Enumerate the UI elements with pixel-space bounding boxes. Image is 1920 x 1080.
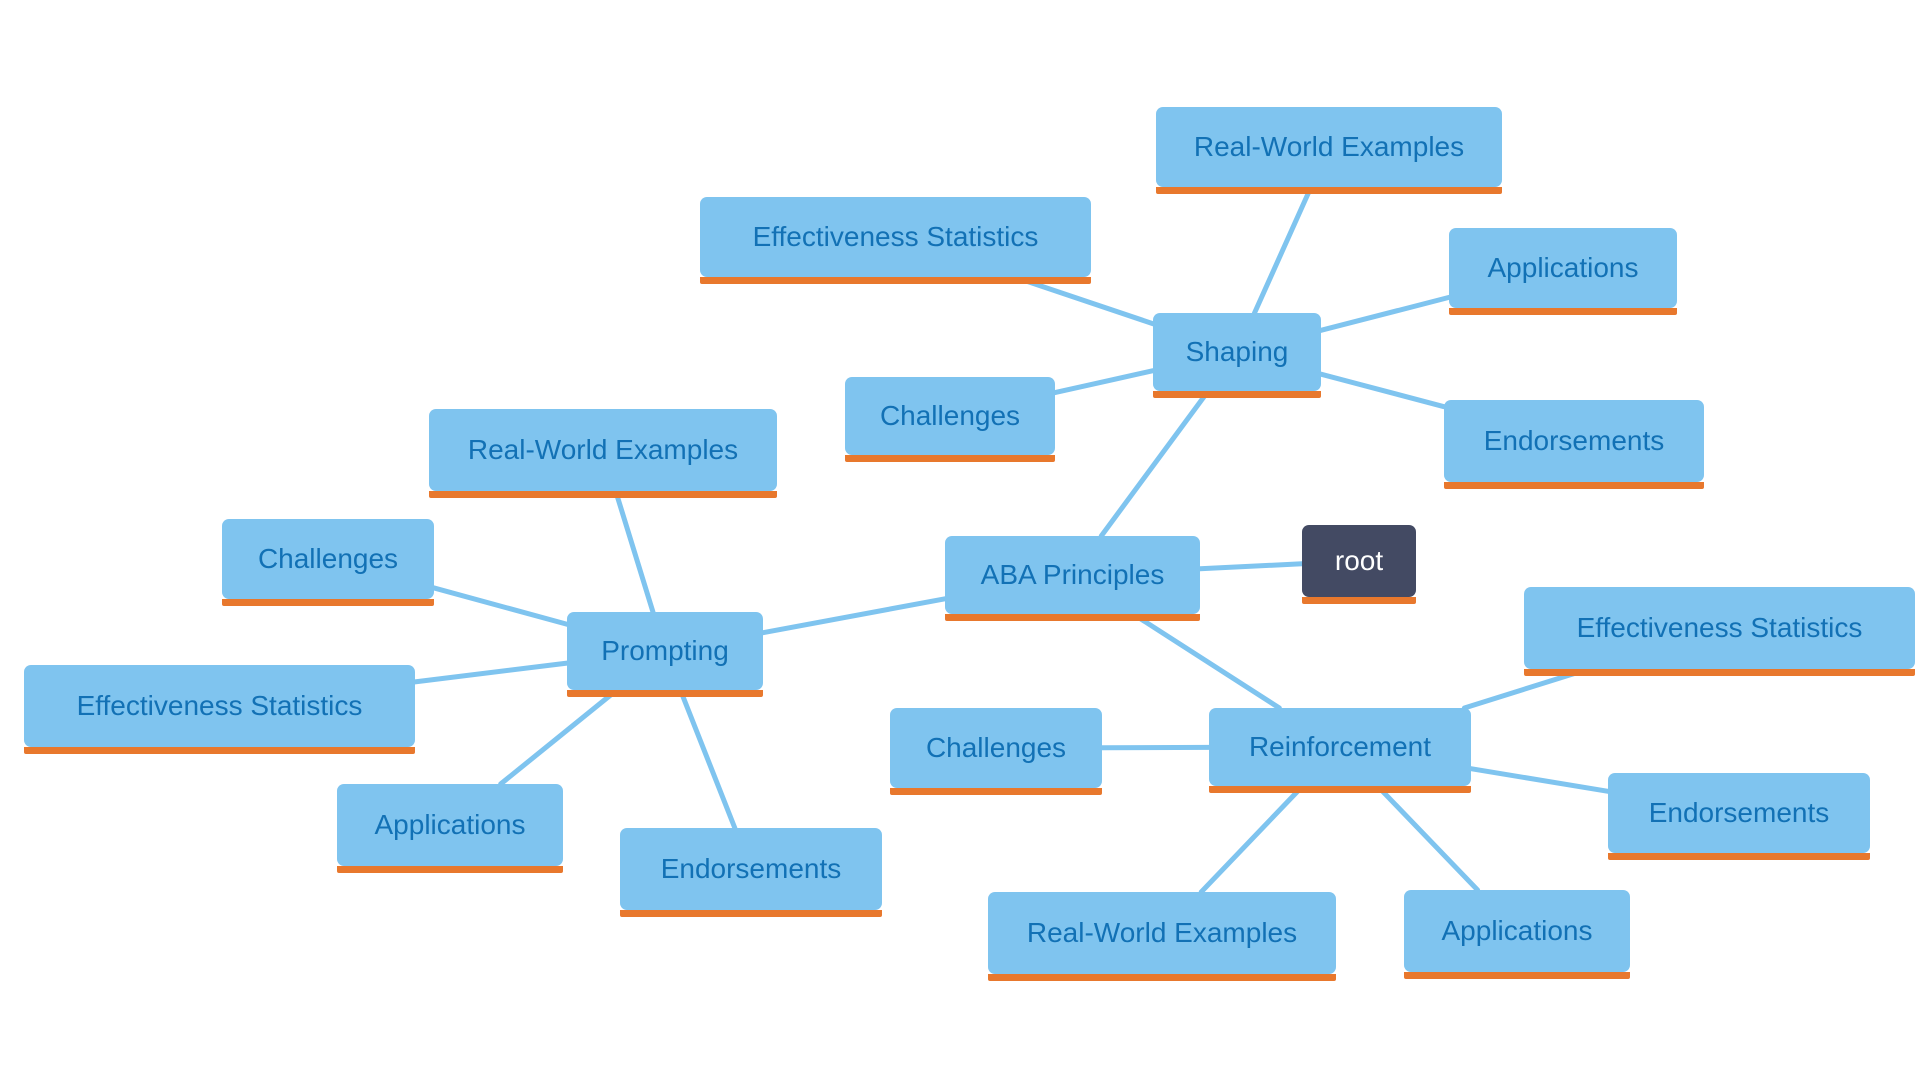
mindmap-node-s_es[interactable]: Effectiveness Statistics [700, 197, 1091, 284]
mindmap-node-label: Challenges [925, 732, 1067, 763]
mindmap-node-label: Real-World Examples [1193, 131, 1465, 162]
mindmap-node-label: Effectiveness Statistics [1576, 612, 1863, 643]
mindmap-node-label: Challenges [879, 400, 1021, 431]
mindmap-node-s_ch[interactable]: Challenges [845, 377, 1055, 462]
node-accent-underline [700, 277, 1091, 284]
mindmap-edge [1011, 274, 1156, 327]
mindmap-node-s_end[interactable]: Endorsements [1444, 400, 1704, 489]
node-accent-underline [1404, 972, 1630, 979]
node-accent-underline [1444, 482, 1704, 489]
mindmap-canvas: root ABA Principles Shaping Prompting Reinfo… [0, 0, 1920, 1080]
mindmap-edge [1098, 388, 1211, 539]
node-accent-underline [988, 974, 1336, 981]
node-accent-underline [1156, 187, 1502, 194]
node-accent-underline [567, 690, 763, 697]
mindmap-node-label: Reinforcement [1248, 731, 1432, 762]
mindmap-node-p_app[interactable]: Applications [337, 784, 563, 873]
mindmap-node-p_es[interactable]: Effectiveness Statistics [24, 665, 415, 754]
mindmap-node-label: Real-World Examples [467, 434, 739, 465]
mindmap-node-shaping[interactable]: Shaping [1153, 313, 1321, 398]
mindmap-node-p_rwe[interactable]: Real-World Examples [429, 409, 777, 498]
node-accent-underline [1209, 786, 1471, 793]
mindmap-node-label: Endorsements [660, 853, 842, 884]
mindmap-node-r_rwe[interactable]: Real-World Examples [988, 892, 1336, 981]
mindmap-node-label: root [1334, 545, 1384, 576]
node-accent-underline [1302, 597, 1416, 604]
mindmap-edge [412, 660, 570, 685]
mindmap-node-label: Endorsements [1483, 425, 1665, 456]
mindmap-node-label: Shaping [1185, 336, 1289, 367]
mindmap-node-s_rwe[interactable]: Real-World Examples [1156, 107, 1502, 194]
mindmap-edge [760, 596, 948, 636]
mindmap-node-label: ABA Principles [980, 559, 1165, 590]
mindmap-node-p_end[interactable]: Endorsements [620, 828, 882, 917]
mindmap-node-label: Effectiveness Statistics [76, 690, 363, 721]
mindmap-edge [1052, 368, 1156, 396]
mindmap-node-label: Applications [374, 809, 526, 840]
mindmap-node-p_ch[interactable]: Challenges [222, 519, 434, 606]
node-accent-underline [945, 614, 1200, 621]
node-accent-underline [1608, 853, 1870, 860]
mindmap-edge [613, 488, 656, 615]
mindmap-edge [431, 585, 570, 627]
mindmap-edge [1198, 783, 1306, 895]
mindmap-edge [1468, 766, 1611, 794]
node-accent-underline [845, 455, 1055, 462]
mindmap-node-label: Applications [1487, 252, 1639, 283]
node-accent-underline [1153, 391, 1321, 398]
node-accent-underline [24, 747, 415, 754]
mindmap-node-label: Endorsements [1648, 797, 1830, 828]
mindmap-edge [1252, 184, 1314, 316]
mindmap-edge [1318, 294, 1452, 333]
mindmap-edge [1375, 783, 1481, 893]
mindmap-edge [498, 687, 620, 787]
mindmap-node-label: Challenges [257, 543, 399, 574]
mindmap-node-label: Applications [1441, 915, 1593, 946]
mindmap-edge [677, 687, 738, 831]
node-accent-underline [1524, 669, 1915, 676]
node-accent-underline [620, 910, 882, 917]
node-accent-underline [222, 599, 434, 606]
node-accent-underline [429, 491, 777, 498]
mindmap-node-s_app[interactable]: Applications [1449, 228, 1677, 315]
mindmap-node-reinforce[interactable]: Reinforcement [1209, 708, 1471, 793]
mindmap-node-r_es[interactable]: Effectiveness Statistics [1524, 587, 1915, 676]
mindmap-node-label: Real-World Examples [1026, 917, 1298, 948]
node-accent-underline [1449, 308, 1677, 315]
mindmap-node-prompting[interactable]: Prompting [567, 612, 763, 697]
mindmap-node-aba[interactable]: ABA Principles [945, 536, 1200, 621]
mindmap-node-r_end[interactable]: Endorsements [1608, 773, 1870, 860]
mindmap-node-root[interactable]: root [1302, 525, 1416, 604]
node-accent-underline [337, 866, 563, 873]
mindmap-edge [1318, 371, 1447, 410]
mindmap-edge [1130, 611, 1282, 711]
mindmap-node-label: Effectiveness Statistics [752, 221, 1039, 252]
mindmap-edge [1197, 561, 1305, 572]
mindmap-node-label: Prompting [601, 635, 729, 666]
mindmap-node-r_ch[interactable]: Challenges [890, 708, 1102, 795]
node-accent-underline [890, 788, 1102, 795]
mindmap-node-r_app[interactable]: Applications [1404, 890, 1630, 979]
